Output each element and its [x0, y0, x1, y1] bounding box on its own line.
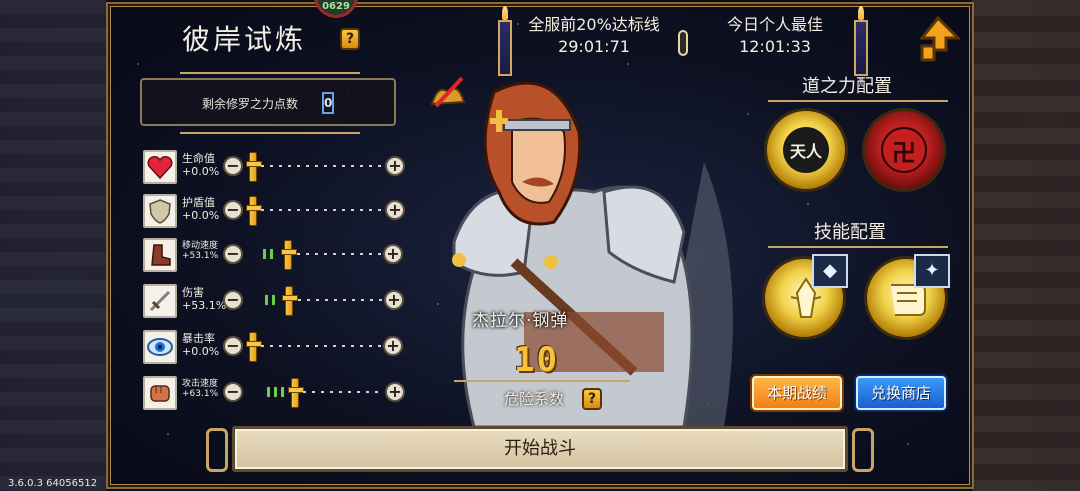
ornament-right: [852, 428, 874, 472]
slider-track: [261, 165, 383, 167]
allocated-tick: [281, 387, 284, 397]
hero-portrait: [452, 81, 733, 427]
personal-best-label: 今日个人最佳: [726, 15, 823, 34]
decrease-button[interactable]: −: [223, 382, 243, 402]
slider-knob[interactable]: [282, 286, 298, 316]
skill-section-title: 技能配置: [814, 222, 886, 243]
slider-knob[interactable]: [281, 240, 297, 270]
seal-glyph-icon: 卍: [881, 127, 927, 173]
diamond-badge-icon: ◆: [812, 254, 848, 288]
stat-name: 攻击速度: [182, 379, 219, 389]
shield-icon: [143, 194, 177, 228]
slider-knob[interactable]: [246, 196, 262, 226]
slider-track: [303, 391, 383, 393]
rank-threshold-label: 全服前20%达标线: [528, 15, 660, 34]
rank-threshold-time: 29:01:71: [558, 37, 630, 56]
banner-left: [498, 6, 512, 76]
decrease-button[interactable]: −: [223, 290, 243, 310]
background-scenery-right: [972, 0, 1080, 491]
capsule-icon: [678, 30, 688, 56]
allocated-tick: [272, 295, 275, 305]
rank-threshold: 全服前20%达标线 29:01:71: [516, 14, 672, 58]
fist-icon: [143, 376, 177, 410]
increase-button[interactable]: +: [385, 382, 405, 402]
divider: [768, 100, 948, 102]
increase-button[interactable]: +: [384, 290, 404, 310]
allocated-tick: [274, 387, 277, 397]
help-icon[interactable]: ?: [340, 28, 360, 50]
stat-row-shield: 护盾值 +0.0% − +: [143, 192, 413, 232]
decrease-button[interactable]: −: [223, 336, 243, 356]
heart-icon: [143, 150, 177, 184]
stat-name: 生命值: [182, 152, 215, 165]
stat-name: 伤害: [182, 286, 204, 299]
slider-knob[interactable]: [246, 332, 262, 362]
eye-icon: [143, 330, 177, 364]
dao-slot-2[interactable]: 卍: [862, 108, 946, 192]
stat-value: +0.0%: [182, 165, 220, 178]
increase-button[interactable]: +: [385, 156, 405, 176]
slider-track: [261, 345, 381, 347]
allocated-tick: [263, 249, 266, 259]
stat-row-move-speed: 移动速度 +53.1% − +: [143, 236, 413, 276]
slider-track: [297, 253, 381, 255]
background-scenery-left: [0, 0, 106, 491]
increase-button[interactable]: +: [385, 200, 405, 220]
ornament-left: [206, 428, 228, 472]
stat-row-crit: 暴击率 +0.0% − +: [143, 328, 413, 368]
slider-knob[interactable]: [246, 152, 262, 182]
boot-icon: [143, 238, 177, 272]
danger-label: 危险系数: [504, 390, 565, 408]
stat-value: +53.1%: [182, 299, 227, 312]
tianren-glyph-icon: 天人: [783, 127, 829, 173]
stat-value: +0.0%: [182, 209, 220, 222]
divider-top: [180, 72, 360, 74]
stat-value: +63.1%: [182, 389, 219, 399]
personal-best-time: 12:01:33: [739, 37, 811, 56]
personal-best: 今日个人最佳 12:01:33: [700, 14, 850, 58]
danger-divider: [454, 380, 630, 382]
top-gauge-label: 0629: [322, 1, 350, 12]
decrease-button[interactable]: −: [223, 244, 243, 264]
stat-name: 移动速度: [182, 241, 219, 251]
points-label: 剩余修罗之力点数: [202, 97, 299, 111]
stat-value: +0.0%: [182, 345, 220, 358]
allocated-tick: [265, 295, 268, 305]
start-battle-button[interactable]: 开始战斗: [232, 426, 848, 472]
winged-helmet-badge-icon: ✦: [914, 254, 950, 288]
sword-icon: [143, 284, 177, 318]
stat-row-damage: 伤害 +53.1% − +: [143, 282, 413, 322]
slider-track: [298, 299, 382, 301]
crossed-emblem-icon: [430, 76, 466, 108]
dao-slot-1[interactable]: 天人: [764, 108, 848, 192]
danger-level: 10: [514, 340, 559, 380]
slider-track: [261, 209, 383, 211]
banner-right: [854, 6, 868, 76]
stat-value: +53.1%: [182, 251, 219, 261]
exchange-shop-button[interactable]: 兑换商店: [856, 376, 946, 410]
divider-bottom: [180, 132, 360, 134]
divider: [768, 246, 948, 248]
stat-name: 护盾值: [182, 196, 215, 209]
stat-row-hp: 生命值 +0.0% − +: [143, 148, 413, 188]
stat-name: 暴击率: [182, 332, 215, 345]
back-arrow-icon[interactable]: [916, 16, 960, 62]
danger-help-icon[interactable]: ?: [582, 388, 602, 410]
page-title: 彼岸试炼: [182, 23, 307, 56]
stat-row-attack-speed: 攻击速度 +63.1% − +: [143, 374, 413, 414]
increase-button[interactable]: +: [383, 244, 403, 264]
hero-name: 杰拉尔·钢弹: [472, 311, 569, 331]
allocated-tick: [267, 387, 270, 397]
increase-button[interactable]: +: [383, 336, 403, 356]
season-battle-button[interactable]: 本期战绩: [752, 376, 842, 410]
points-value: 0: [322, 92, 334, 114]
decrease-button[interactable]: −: [223, 200, 243, 220]
dao-section-title: 道之力配置: [802, 76, 892, 97]
allocated-tick: [270, 249, 273, 259]
version-label: 3.6.0.3 64056512: [8, 478, 98, 489]
decrease-button[interactable]: −: [223, 156, 243, 176]
slider-knob[interactable]: [288, 378, 304, 408]
points-box: 剩余修罗之力点数 0: [140, 78, 396, 126]
